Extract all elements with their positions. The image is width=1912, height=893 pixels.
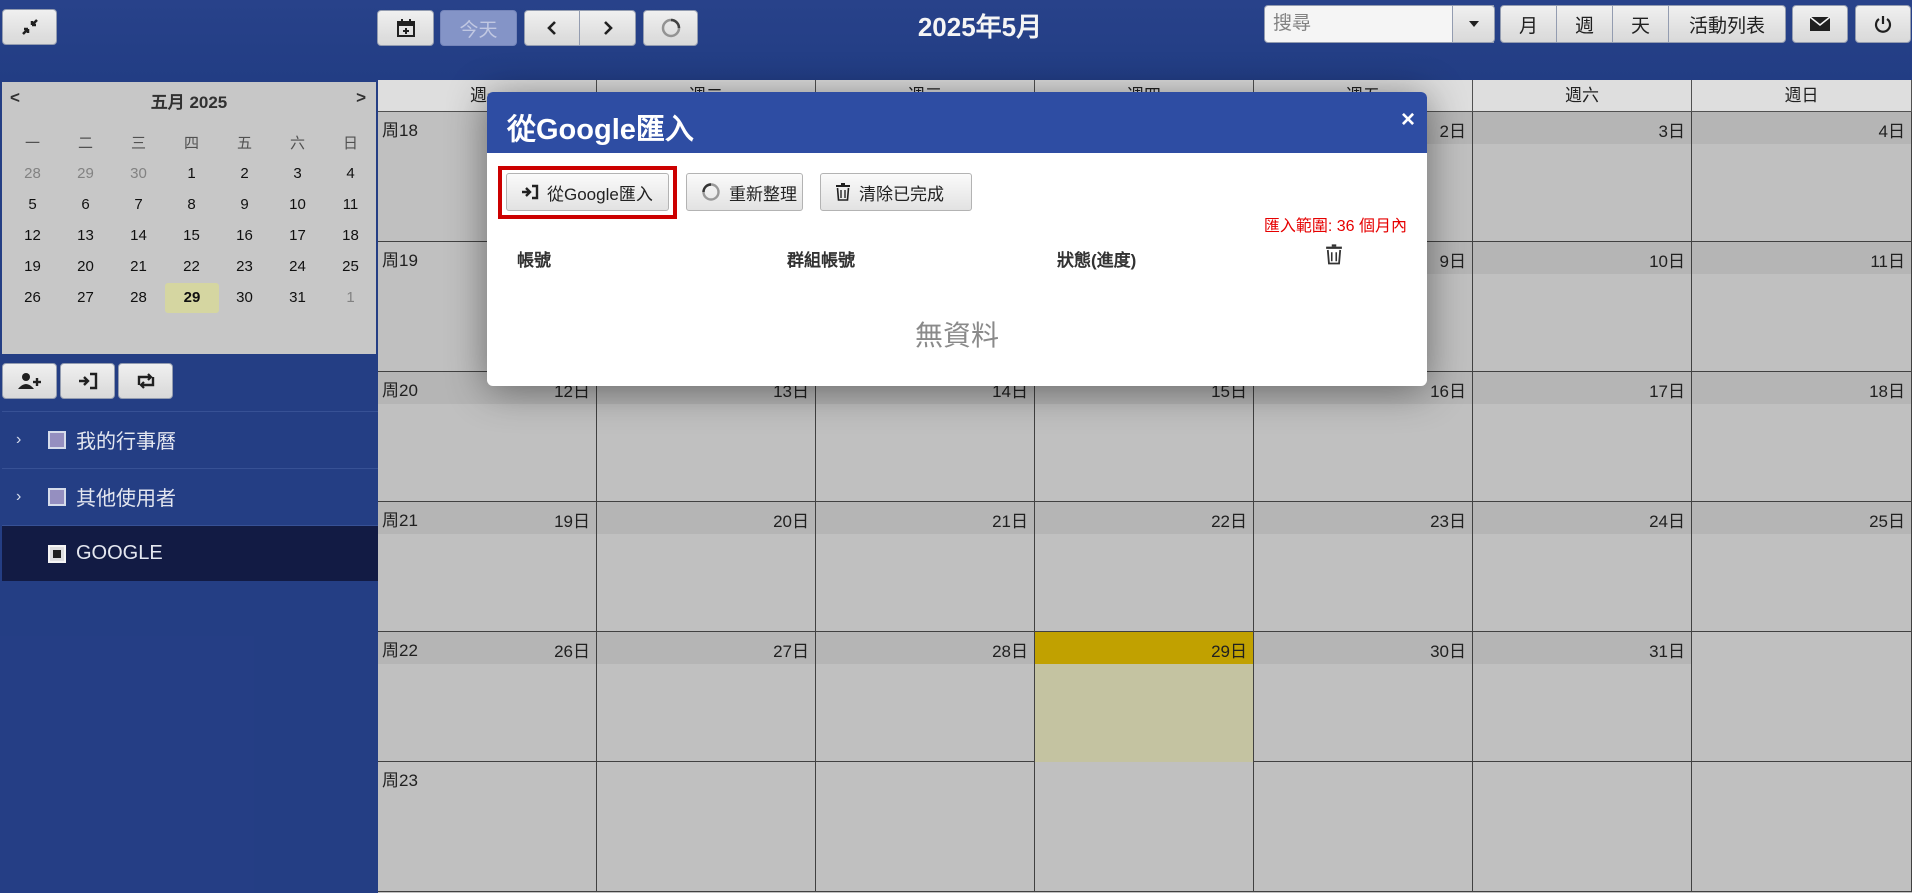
spinner-icon [702, 183, 720, 201]
sign-in-icon [522, 184, 539, 200]
button-label: 從Google匯入 [547, 184, 653, 204]
trash-icon [1326, 244, 1342, 265]
column-header-group-account: 群組帳號 [787, 251, 855, 270]
button-label: 重新整理 [729, 184, 797, 204]
column-header-account: 帳號 [517, 251, 551, 270]
dialog-title: 從Google匯入 [507, 114, 694, 146]
reload-button[interactable]: 重新整理 [686, 173, 803, 211]
button-label: 清除已完成 [859, 184, 944, 204]
google-import-dialog: 從Google匯入 × 從Google匯入 重新整理 清除已完成 匯入範圍: 3… [487, 92, 1427, 386]
dialog-header: 從Google匯入 × [487, 92, 1427, 153]
delete-all-button[interactable] [1325, 244, 1343, 270]
empty-state: 無資料 [914, 320, 999, 351]
close-button[interactable]: × [1401, 106, 1415, 134]
import-range-note: 匯入範圍: 36 個月內 [1263, 218, 1407, 235]
column-header-status: 狀態(進度) [1057, 251, 1137, 270]
import-from-google-button[interactable]: 從Google匯入 [506, 173, 669, 211]
clear-completed-button[interactable]: 清除已完成 [820, 173, 972, 211]
trash-icon [836, 183, 850, 201]
